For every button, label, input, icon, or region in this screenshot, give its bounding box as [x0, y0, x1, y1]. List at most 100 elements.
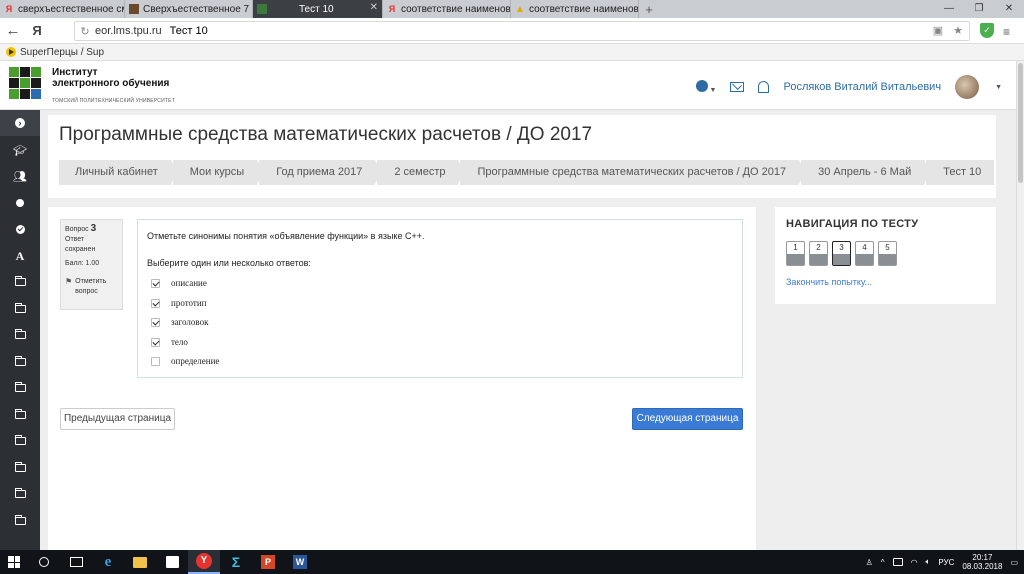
- messages-icon[interactable]: [730, 82, 745, 92]
- close-window-icon[interactable]: ✕: [994, 0, 1024, 18]
- tray-chevron-icon[interactable]: ^: [881, 558, 885, 567]
- sigma-app-icon: Σ: [231, 554, 241, 570]
- taskbar-mathcad[interactable]: Σ: [220, 550, 252, 574]
- nav-courses[interactable]: 🎓︎: [0, 137, 40, 163]
- url-domain: eor.lms.tpu.ru: [95, 25, 162, 37]
- page-scrollbar[interactable]: [1016, 61, 1024, 550]
- browser-menu-icon[interactable]: ≡: [1003, 25, 1010, 39]
- protect-shield-icon[interactable]: ✓: [980, 23, 994, 38]
- answer-option[interactable]: прототип: [151, 298, 206, 308]
- nav-folder[interactable]: [0, 455, 40, 481]
- nav-grades[interactable]: A: [0, 243, 40, 269]
- taskbar-yandex-browser[interactable]: Y: [188, 550, 220, 574]
- previous-page-button[interactable]: Предыдущая страница: [60, 408, 175, 430]
- language-menu[interactable]: ▼: [695, 79, 716, 95]
- notifications-bell-icon[interactable]: [758, 81, 770, 93]
- institute-logo[interactable]: [9, 67, 41, 99]
- breadcrumb-item[interactable]: 2 семестр: [377, 160, 465, 185]
- nav-badges[interactable]: [0, 190, 40, 216]
- answer-option[interactable]: описание: [151, 278, 207, 288]
- word-icon: W: [293, 555, 307, 569]
- answer-checkbox-checked[interactable]: [151, 317, 160, 327]
- breadcrumb-item[interactable]: Мои курсы: [172, 160, 264, 185]
- search-button[interactable]: [28, 550, 60, 574]
- answer-checkbox-checked[interactable]: [151, 278, 160, 288]
- edge-icon: e: [104, 553, 112, 570]
- breadcrumb-item[interactable]: 30 Апрель - 6 Май: [801, 160, 931, 185]
- bookmark-item[interactable]: SuperПерцы / Sup: [20, 47, 104, 58]
- browser-tab[interactable]: ▲ соответствие наименован: [511, 0, 639, 18]
- start-button[interactable]: [0, 550, 28, 574]
- nav-folder[interactable]: [0, 428, 40, 454]
- browser-tab[interactable]: Я соответствие наименован: [383, 0, 511, 18]
- nav-folder[interactable]: [0, 322, 40, 348]
- task-view-button[interactable]: [60, 550, 92, 574]
- answer-checkbox-checked[interactable]: [151, 298, 160, 308]
- url-field[interactable]: ↻ eor.lms.tpu.ru Тест 10 ▣ ★: [74, 21, 970, 41]
- question-nav-button-1[interactable]: 1: [786, 241, 805, 266]
- nav-folder[interactable]: [0, 375, 40, 401]
- windows-taskbar: e Y Σ P W ♙ ^ ◠ 🔈︎ РУС 20:17 08.03.2018 …: [0, 550, 1024, 574]
- battery-icon[interactable]: [892, 558, 903, 566]
- nav-folder[interactable]: [0, 508, 40, 534]
- nav-folder[interactable]: [0, 402, 40, 428]
- nav-participants[interactable]: 👥︎: [0, 163, 40, 189]
- restore-icon[interactable]: ❐: [964, 0, 994, 18]
- image-thumbnail-icon: [129, 4, 139, 14]
- taskbar-word[interactable]: W: [284, 550, 316, 574]
- notifications-icon[interactable]: ▭: [1010, 558, 1018, 567]
- user-menu-chevron-icon[interactable]: ▼: [995, 84, 1002, 91]
- nav-folder[interactable]: [0, 481, 40, 507]
- answer-option[interactable]: определение: [151, 356, 219, 366]
- org-line2: электронного обучения: [52, 78, 170, 89]
- breadcrumb-item-current[interactable]: Тест 10: [926, 160, 995, 185]
- breadcrumb-item[interactable]: Программные средства математических расч…: [460, 160, 805, 185]
- taskbar-explorer[interactable]: [124, 550, 156, 574]
- avatar[interactable]: [955, 75, 980, 99]
- reload-icon[interactable]: ↻: [75, 25, 95, 38]
- question-nav-button-5[interactable]: 5: [878, 241, 897, 266]
- next-page-button[interactable]: Следующая страница: [632, 408, 743, 430]
- star-bookmark-icon[interactable]: ★: [953, 24, 963, 37]
- nav-competencies[interactable]: [0, 216, 40, 242]
- taskbar-store[interactable]: [156, 550, 188, 574]
- folder-icon: [14, 515, 26, 525]
- minimize-icon[interactable]: —: [934, 0, 964, 18]
- flag-label: Отметить: [75, 278, 107, 285]
- question-nav-button-3-current[interactable]: 3: [832, 241, 851, 266]
- breadcrumb-item[interactable]: Год приема 2017: [259, 160, 382, 185]
- plus-circle-icon: ›: [15, 118, 25, 128]
- browser-tab-active[interactable]: Тест 10 ✕: [253, 0, 383, 18]
- finish-attempt-link[interactable]: Закончить попытку...: [786, 277, 872, 287]
- breadcrumb-item[interactable]: Личный кабинет: [59, 160, 177, 185]
- wifi-icon[interactable]: ◠: [911, 558, 918, 567]
- volume-icon[interactable]: 🔈︎: [926, 557, 931, 567]
- new-tab-button[interactable]: +: [639, 0, 659, 18]
- translate-icon[interactable]: ▣: [933, 24, 943, 37]
- browser-tab[interactable]: Сверхъестественное 7 сезо: [125, 0, 253, 18]
- answer-option[interactable]: заголовок: [151, 317, 208, 327]
- taskbar-powerpoint[interactable]: P: [252, 550, 284, 574]
- browser-tab[interactable]: Я сверхъестественное смотр: [0, 0, 125, 18]
- answer-option[interactable]: тело: [151, 337, 188, 347]
- clock[interactable]: 20:17 08.03.2018: [962, 553, 1002, 571]
- people-icon[interactable]: ♙: [866, 558, 873, 567]
- question-info-box: Вопрос 3 Ответ сохранен Балл: 1.00 ⚑ Отм…: [60, 219, 123, 310]
- nav-folder[interactable]: [0, 349, 40, 375]
- question-nav-button-2[interactable]: 2: [809, 241, 828, 266]
- nav-folder[interactable]: [0, 296, 40, 322]
- drawer-toggle[interactable]: ›: [0, 110, 40, 136]
- answer-checkbox-unchecked[interactable]: [151, 356, 160, 366]
- nav-folder[interactable]: [0, 269, 40, 295]
- question-nav-button-4[interactable]: 4: [855, 241, 874, 266]
- scrollbar-thumb[interactable]: [1018, 63, 1023, 183]
- user-name[interactable]: Росляков Виталий Витальевич: [783, 81, 941, 93]
- flag-question-button[interactable]: ⚑ Отметить вопрос: [65, 277, 118, 297]
- taskbar-edge[interactable]: e: [92, 550, 124, 574]
- answer-checkbox-checked[interactable]: [151, 337, 160, 347]
- yandex-home-icon[interactable]: Я: [26, 23, 48, 38]
- back-arrow-icon[interactable]: ←: [0, 22, 26, 39]
- close-tab-icon[interactable]: ✕: [370, 2, 378, 13]
- tab-label: Сверхъестественное 7 сезо: [143, 3, 252, 15]
- keyboard-language[interactable]: РУС: [938, 558, 954, 567]
